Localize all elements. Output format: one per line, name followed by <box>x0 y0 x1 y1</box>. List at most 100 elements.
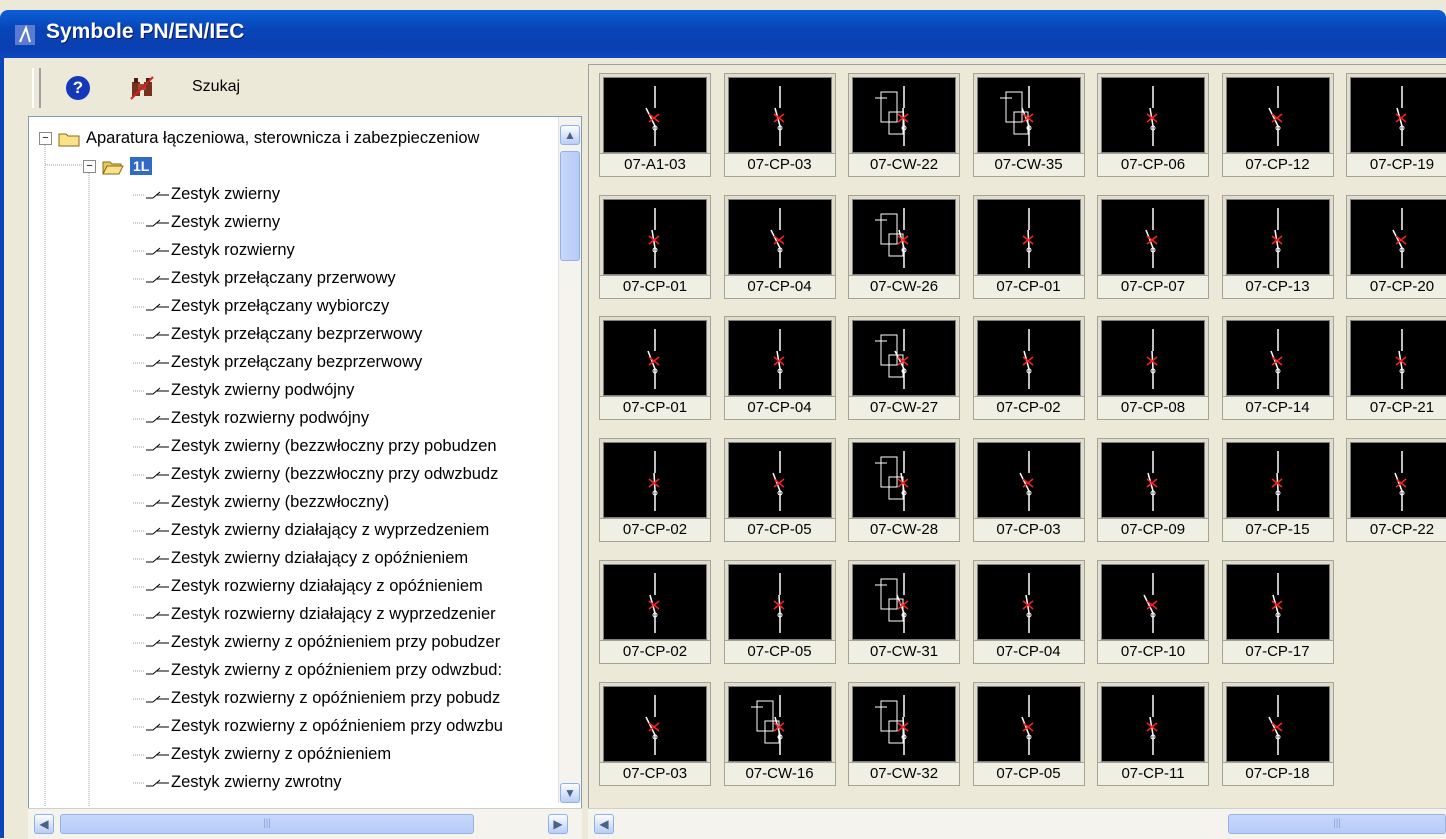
binoculars-icon[interactable] <box>128 74 156 102</box>
tree-hscroll[interactable]: ◀ ||| ▶ <box>28 808 582 839</box>
symbol-tile[interactable]: 07-CP-04 <box>723 316 838 422</box>
tree-item[interactable]: Zestyk przełączany bezprzerwowy <box>133 320 422 348</box>
symbol-tile[interactable]: 07-CP-12 <box>1221 73 1336 179</box>
symbol-tile[interactable]: 07-CW-27 <box>848 316 962 422</box>
symbol-tree[interactable]: − Aparatura łączeniowa, sterownicza i zab… <box>28 116 582 838</box>
symbol-tile[interactable]: 07-CW-26 <box>848 194 962 301</box>
symbol-preview <box>976 320 1081 397</box>
tree-item[interactable]: Zestyk zwierny z opóźnieniem <box>133 740 391 768</box>
symbol-label: 07-CP-07 <box>1097 274 1209 299</box>
symbol-tile[interactable]: 07-CP-15 <box>1221 438 1336 544</box>
tree-item[interactable]: Zestyk zwierny działający z opóźnieniem <box>133 544 468 572</box>
tree-root[interactable]: − Aparatura łączeniowa, sterownicza i zab… <box>39 124 479 152</box>
symbol-tile[interactable]: 07-CP-08 <box>1097 316 1211 422</box>
symbol-tile[interactable]: 07-CP-10 <box>1097 559 1211 666</box>
scroll-up-icon[interactable]: ▲ <box>560 125 580 145</box>
collapse-icon[interactable]: − <box>39 132 52 146</box>
tree-item[interactable]: Zestyk rozwierny z opóźnieniem przy odwz… <box>133 712 503 740</box>
tree-item-label: Zestyk zwierny (bezzwłoczny przy pobudze… <box>171 437 497 455</box>
symbol-tile[interactable]: 07-CP-01 <box>599 316 713 422</box>
contact-icon <box>133 191 169 199</box>
tree-item[interactable]: Zestyk zwierny (bezzwłoczny) <box>133 488 389 516</box>
scroll-down-icon[interactable]: ▼ <box>560 783 580 803</box>
scroll-left-icon[interactable]: ◀ <box>34 814 54 834</box>
symbol-tile[interactable]: 07-CP-07 <box>1097 194 1211 301</box>
tree-item[interactable]: Zestyk zwierny działający z wyprzedzenie… <box>133 516 489 544</box>
tree-item[interactable]: Zestyk zwierny z opóźnieniem przy odwzbu… <box>133 656 502 684</box>
symbol-tile[interactable]: 07-CP-05 <box>723 438 838 544</box>
tree-item[interactable]: Zestyk zwierny (bezzwłoczny przy pobudze… <box>133 432 497 460</box>
symbol-tile[interactable]: 07-CP-01 <box>972 194 1087 301</box>
tree-group[interactable]: − 1L <box>83 152 153 180</box>
contact-icon <box>133 219 169 227</box>
symbol-tile[interactable]: 07-CP-03 <box>972 438 1087 544</box>
tree-item[interactable]: Zestyk przełączany wybiorczy <box>133 292 389 320</box>
collapse-icon[interactable]: − <box>83 160 96 174</box>
tree-item[interactable]: Zestyk rozwierny działający z opóźnienie… <box>133 572 483 600</box>
symbol-tile[interactable]: 07-CP-02 <box>599 559 713 666</box>
folder-icon <box>58 133 80 147</box>
symbol-tile[interactable]: 07-CP-21 <box>1346 316 1446 422</box>
symbol-label: 07-CW-28 <box>848 518 960 543</box>
symbol-tile[interactable]: 07-CW-22 <box>848 73 962 179</box>
symbol-tile[interactable]: 07-CP-04 <box>723 194 838 301</box>
symbol-tile[interactable]: 07-CW-35 <box>972 73 1087 179</box>
symbol-tile[interactable]: 07-CP-22 <box>1346 438 1446 544</box>
symbol-tile[interactable]: 07-CW-31 <box>848 559 962 666</box>
symbol-tile[interactable]: 07-CP-13 <box>1221 194 1336 301</box>
tree-item[interactable]: Zestyk przełączany przerwowy <box>133 264 396 292</box>
symbol-tile[interactable]: 07-A1-03 <box>599 73 713 179</box>
symbol-tile[interactable]: 07-CW-32 <box>848 681 962 788</box>
symbol-tile[interactable]: 07-CP-05 <box>723 559 838 666</box>
search-button-label[interactable]: Szukaj <box>192 78 240 96</box>
symbol-tile[interactable]: 07-CP-14 <box>1221 316 1336 422</box>
symbol-tile[interactable]: 07-CP-11 <box>1097 681 1211 788</box>
symbol-label: 07-CP-01 <box>599 274 711 299</box>
symbol-tile[interactable]: 07-CP-01 <box>599 194 713 301</box>
tree-item[interactable]: Zestyk zwierny (bezzwłoczny przy odwzbud… <box>133 460 498 488</box>
symbol-tile[interactable]: 07-CP-09 <box>1097 438 1211 544</box>
symbol-tile[interactable]: 07-CW-16 <box>723 681 838 788</box>
tree-item[interactable]: Zestyk przełączany bezprzerwowy <box>133 348 422 376</box>
symbol-tile[interactable]: 07-CP-02 <box>599 438 713 544</box>
symbol-tile[interactable]: 07-CP-19 <box>1346 73 1446 179</box>
symbol-tile[interactable]: 07-CP-20 <box>1346 194 1446 301</box>
gallery-hscroll[interactable]: ◀ ||| <box>588 808 1446 839</box>
symbol-tile[interactable]: 07-CP-03 <box>723 73 838 179</box>
symbol-tile[interactable]: 07-CW-28 <box>848 438 962 544</box>
tree-vscroll-thumb[interactable] <box>560 151 580 261</box>
symbol-tile[interactable]: 07-CP-06 <box>1097 73 1211 179</box>
symbol-preview <box>1101 563 1205 640</box>
symbol-tile[interactable]: 07-CP-18 <box>1221 681 1336 788</box>
symbol-tile[interactable]: 07-CP-02 <box>972 316 1087 422</box>
symbol-label: 07-A1-03 <box>599 153 711 177</box>
tree-item[interactable]: Zestyk zwierny z opóźnieniem przy pobudz… <box>133 628 500 656</box>
tree-item[interactable]: Zestyk zwierny podwójny <box>133 376 354 404</box>
scroll-left-icon[interactable]: ◀ <box>594 814 614 834</box>
scroll-right-icon[interactable]: ▶ <box>548 814 568 834</box>
title-bar[interactable]: Symbole PN/EN/IEC <box>0 10 1446 58</box>
tree-item[interactable]: Zestyk zwierny zwrotny <box>133 768 342 796</box>
symbol-preview <box>727 442 832 519</box>
tree-vscroll[interactable]: ▲ ▼ <box>558 117 581 803</box>
symbol-label: 07-CP-10 <box>1097 639 1209 664</box>
tree-item-label: Zestyk zwierny (bezzwłoczny przy odwzbud… <box>171 465 499 483</box>
symbol-tile[interactable]: 07-CP-04 <box>972 559 1087 666</box>
symbol-preview <box>852 442 956 519</box>
tree-item[interactable]: Zestyk rozwierny z opóźnieniem przy pobu… <box>133 684 500 712</box>
tree-item[interactable]: Zestyk zwierny <box>133 208 280 236</box>
tree-item-label: Zestyk zwierny zwrotny <box>171 773 342 791</box>
symbol-preview <box>1101 320 1205 397</box>
tree-item[interactable]: Zestyk zwierny <box>133 180 280 208</box>
tree-item[interactable]: Zestyk rozwierny podwójny <box>133 404 369 432</box>
tree-item[interactable]: Zestyk rozwierny <box>133 236 295 264</box>
symbol-tile[interactable]: 07-CP-03 <box>599 681 713 788</box>
help-icon[interactable]: ? <box>66 76 90 100</box>
toolbar-grip[interactable] <box>32 68 41 108</box>
gallery-hscroll-thumb[interactable]: ||| <box>1228 814 1446 834</box>
tree-hscroll-thumb[interactable]: ||| <box>60 814 474 834</box>
symbol-tile[interactable]: 07-CP-05 <box>972 681 1087 788</box>
symbol-preview <box>727 77 832 153</box>
symbol-tile[interactable]: 07-CP-17 <box>1221 559 1336 666</box>
tree-item[interactable]: Zestyk rozwierny działający z wyprzedzen… <box>133 600 496 628</box>
